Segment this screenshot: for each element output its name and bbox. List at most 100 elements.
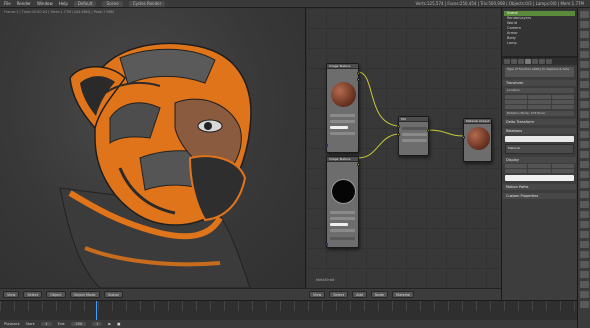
app-icon[interactable] xyxy=(580,41,589,48)
app-icon[interactable] xyxy=(580,211,589,218)
node-field[interactable] xyxy=(330,132,355,135)
menu-file[interactable]: File xyxy=(4,1,11,6)
input-socket[interactable] xyxy=(397,133,400,136)
output-socket[interactable] xyxy=(427,129,430,132)
app-icon[interactable] xyxy=(580,61,589,68)
app-icon[interactable] xyxy=(580,291,589,298)
node-material-selector[interactable]: Material xyxy=(392,291,415,298)
modifier-tab-icon[interactable] xyxy=(532,59,538,64)
node-field[interactable] xyxy=(330,114,355,117)
object-tab-icon[interactable] xyxy=(525,59,531,64)
app-icon[interactable] xyxy=(580,81,589,88)
custom-properties-header[interactable]: Custom Properties xyxy=(503,193,576,199)
app-icon[interactable] xyxy=(580,281,589,288)
node-field[interactable] xyxy=(330,217,355,220)
mode-selector[interactable]: Object Mode xyxy=(69,291,100,298)
render-tab-icon[interactable] xyxy=(504,59,510,64)
menu-window[interactable]: Window xyxy=(37,1,53,6)
app-icon[interactable] xyxy=(580,31,589,38)
start-frame-field[interactable]: 1 xyxy=(41,322,52,326)
node-add-menu[interactable]: Add xyxy=(352,291,367,298)
orientation-selector[interactable]: Global xyxy=(103,291,123,298)
input-socket[interactable] xyxy=(462,136,465,139)
input-socket[interactable] xyxy=(325,144,328,147)
display-options[interactable] xyxy=(505,164,574,173)
play-icon[interactable]: ▶ xyxy=(108,322,111,326)
node-field[interactable] xyxy=(330,229,355,232)
output-socket[interactable] xyxy=(357,72,360,75)
playback-menu[interactable]: Playback xyxy=(4,322,20,326)
node-field[interactable] xyxy=(402,127,427,130)
app-icon[interactable] xyxy=(580,51,589,58)
output-socket[interactable] xyxy=(357,78,360,81)
app-icon[interactable] xyxy=(580,181,589,188)
node-field[interactable] xyxy=(330,211,355,214)
image-texture-node-top[interactable]: Image Texture xyxy=(325,63,360,153)
app-icon[interactable] xyxy=(580,271,589,278)
viewport-view-menu[interactable]: View xyxy=(3,291,20,298)
input-socket[interactable] xyxy=(325,243,328,246)
app-icon[interactable] xyxy=(580,101,589,108)
node-field[interactable] xyxy=(330,237,355,240)
image-texture-node-bottom[interactable]: Image Texture xyxy=(325,156,360,248)
app-icon[interactable] xyxy=(580,151,589,158)
app-icon[interactable] xyxy=(580,121,589,128)
display-header[interactable]: Display xyxy=(503,157,576,163)
app-icon[interactable] xyxy=(580,171,589,178)
texture-tab-icon[interactable] xyxy=(546,59,552,64)
material-slot[interactable]: Material xyxy=(505,144,574,154)
viewport-select-menu[interactable]: Select xyxy=(23,291,43,298)
node-field[interactable] xyxy=(402,139,427,142)
app-icon[interactable] xyxy=(580,21,589,28)
scene-selector[interactable]: Scene xyxy=(102,0,123,7)
motion-paths-header[interactable]: Motion Paths xyxy=(503,184,576,190)
outliner-item[interactable]: Lamp xyxy=(504,41,575,46)
timeline[interactable] xyxy=(0,300,577,321)
rotation-mode-row[interactable]: Rotation Mode: XYZ Euler xyxy=(505,111,574,116)
app-icon[interactable] xyxy=(580,111,589,118)
layout-selector[interactable]: Default xyxy=(73,0,97,7)
transform-header[interactable]: Transform xyxy=(503,80,576,86)
node-editor[interactable]: Image Texture Image Texture Mix Material… xyxy=(305,8,501,288)
app-icon[interactable] xyxy=(580,241,589,248)
app-icon[interactable] xyxy=(580,71,589,78)
app-icon[interactable] xyxy=(580,91,589,98)
node-view-menu[interactable]: View xyxy=(309,291,326,298)
app-icon[interactable] xyxy=(580,301,589,308)
node-field[interactable] xyxy=(330,120,355,123)
menu-help[interactable]: Help xyxy=(59,1,68,6)
object-color-swatch[interactable] xyxy=(505,175,574,181)
viewport-object-menu[interactable]: Object xyxy=(46,291,66,298)
stop-icon[interactable]: ■ xyxy=(117,322,120,326)
mix-node[interactable]: Mix xyxy=(397,116,430,156)
world-tab-icon[interactable] xyxy=(518,59,524,64)
app-icon[interactable] xyxy=(580,131,589,138)
end-frame-field[interactable]: 250 xyxy=(71,322,87,326)
app-icon[interactable] xyxy=(580,231,589,238)
app-icon[interactable] xyxy=(580,261,589,268)
node-field[interactable] xyxy=(330,223,348,226)
app-icon[interactable] xyxy=(580,191,589,198)
node-field[interactable] xyxy=(402,133,427,136)
material-output-node[interactable]: Material Output xyxy=(462,118,492,162)
node-field[interactable] xyxy=(330,126,348,129)
node-select-menu[interactable]: Select xyxy=(329,291,349,298)
current-frame-field[interactable]: 1 xyxy=(92,322,103,326)
relations-header[interactable]: Relations xyxy=(503,128,576,134)
color-swatch[interactable] xyxy=(505,136,574,142)
input-socket[interactable] xyxy=(397,125,400,128)
app-icon[interactable] xyxy=(580,161,589,168)
menu-render[interactable]: Render xyxy=(17,1,31,6)
app-icon[interactable] xyxy=(580,201,589,208)
output-socket[interactable] xyxy=(357,163,360,166)
3d-viewport[interactable]: Frame:1 | Time:00:00.04 | Mem:1.77M (444… xyxy=(0,8,305,288)
delta-transform-header[interactable]: Delta Transform xyxy=(503,119,576,125)
app-icon[interactable] xyxy=(580,141,589,148)
material-tab-icon[interactable] xyxy=(539,59,545,64)
app-icon[interactable] xyxy=(580,251,589,258)
frame-cursor[interactable] xyxy=(96,301,97,321)
transform-values[interactable] xyxy=(505,95,574,109)
render-engine-selector[interactable]: Cycles Render xyxy=(128,0,166,7)
app-icon[interactable] xyxy=(580,11,589,18)
app-icon[interactable] xyxy=(580,221,589,228)
